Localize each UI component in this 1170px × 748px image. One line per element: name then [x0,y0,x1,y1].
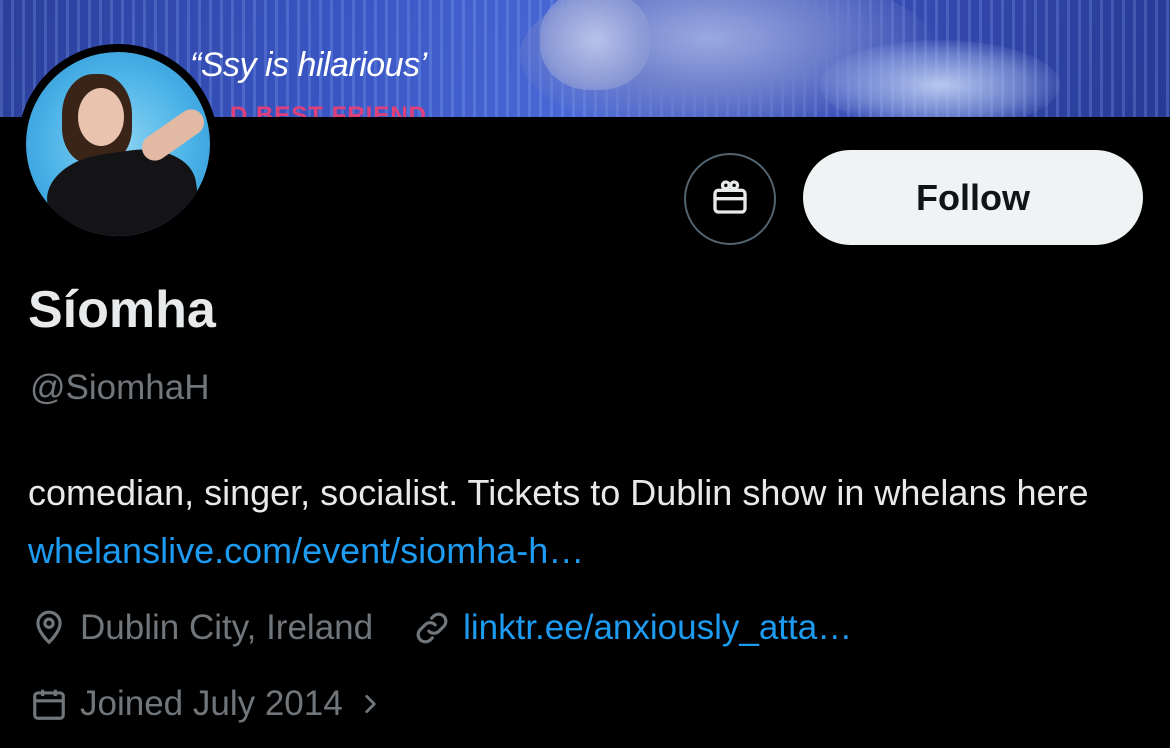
location: Dublin City, Ireland [30,608,373,648]
profile-meta: Dublin City, Ireland linktr.ee/anxiously… [30,608,892,648]
website[interactable]: linktr.ee/anxiously_atta… [413,608,852,648]
calendar-icon [30,685,68,723]
location-text: Dublin City, Ireland [80,608,374,647]
avatar-face [78,88,124,146]
bio-link[interactable]: whelanslive.com/event/siomha-h… [28,530,584,571]
banner-tagline: “Ssy is hilarious’ [190,46,427,84]
chevron-right-icon[interactable] [357,689,383,719]
banner-hand [540,0,650,90]
follow-button[interactable]: Follow [803,150,1143,245]
avatar[interactable] [18,44,218,244]
website-link[interactable]: linktr.ee/anxiously_atta… [463,608,852,648]
banner-subline: D BEST FRIEND [230,102,428,117]
user-handle: @SiomhaH [30,368,210,407]
avatar-image [26,52,210,236]
bio: comedian, singer, socialist. Tickets to … [28,464,1138,580]
location-pin-icon [30,609,68,647]
avatar-body [41,142,205,236]
display-name: Síomha [28,281,216,339]
link-icon [413,609,451,647]
joined-row[interactable]: Joined July 2014 [30,684,383,724]
bio-text: comedian, singer, socialist. Tickets to … [28,472,1089,513]
gift-icon [710,177,750,222]
gift-button[interactable] [684,153,776,245]
joined-date: Joined July 2014 [80,684,343,723]
